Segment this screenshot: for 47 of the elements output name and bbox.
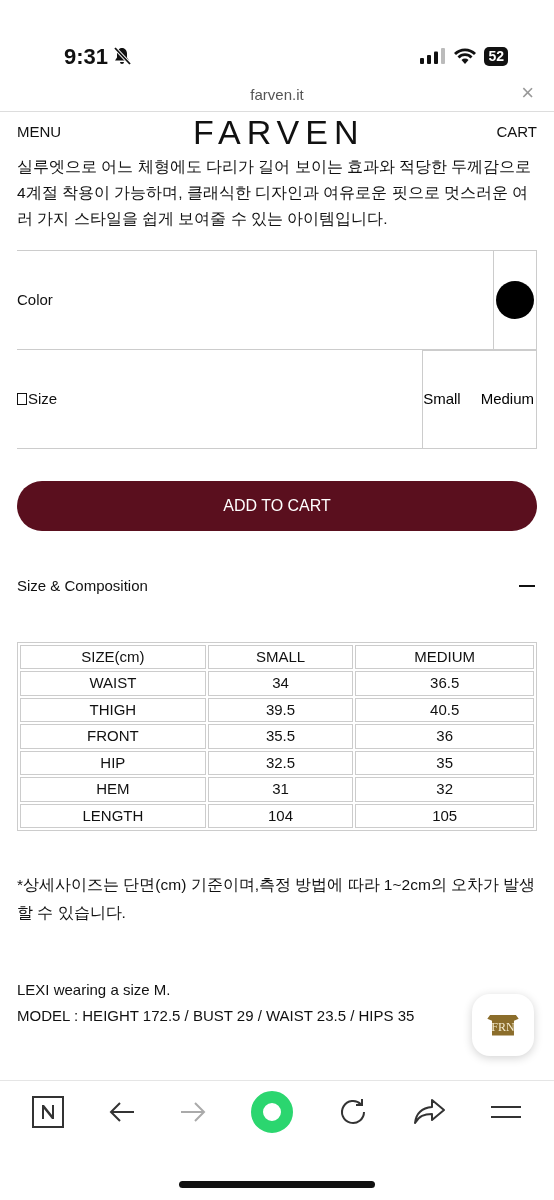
- table-cell: 35: [355, 750, 534, 775]
- color-swatch[interactable]: [496, 281, 534, 319]
- collapse-icon[interactable]: [519, 585, 535, 588]
- table-cell: 34: [207, 671, 354, 696]
- status-time: 9:31: [64, 42, 109, 71]
- product-description: 실루엣으로 어느 체형에도 다리가 길어 보이는 효과와 적당한 두께감으로 4계절 착용이 가능하며, 클래식한 디자인과 여유로운 핏으로 멋스러운 여러 가지 스타일을 쉽게 보여줄 수 있는 아이템입니다.: [17, 157, 533, 229]
- table-cell: THIGH: [20, 697, 206, 722]
- size-option[interactable]: Small: [423, 351, 463, 448]
- table-cell: 40.5: [355, 697, 534, 722]
- section-title[interactable]: Size & Composition: [17, 575, 148, 598]
- table-cell: 36.5: [355, 671, 534, 696]
- table-cell: 32: [355, 777, 534, 802]
- signal-icon: [420, 48, 447, 64]
- table-cell: 32.5: [207, 750, 354, 775]
- option-label: Size: [28, 388, 58, 409]
- option-label: Color: [17, 289, 53, 310]
- table-cell: FRONT: [20, 724, 206, 749]
- size-note: *상세사이즈는 단면(cm) 기준이며,측정 방법에 따라 1~2cm의 오차가 발생할 수 있습니다.: [17, 875, 537, 923]
- brand-logo[interactable]: FARVEN: [193, 115, 365, 149]
- table-cell: 39.5: [207, 697, 354, 722]
- model-info: MODEL : HEIGHT 172.5 / BUST 29 / WAIST 23.5 / HIPS 35: [17, 1006, 415, 1026]
- square-icon: [17, 393, 27, 405]
- share-icon[interactable]: [412, 1096, 447, 1127]
- add-to-cart-button[interactable]: ADD TO CART: [17, 481, 537, 531]
- muted-bell-icon: [112, 46, 133, 66]
- chat-button[interactable]: FRN: [472, 994, 534, 1056]
- table-cell: LENGTH: [20, 803, 206, 828]
- table-cell: WAIST: [20, 671, 206, 696]
- model-info: LEXI wearing a size M.: [17, 980, 171, 1000]
- size-option[interactable]: Medium: [480, 351, 536, 448]
- table-cell: HEM: [20, 777, 206, 802]
- back-icon[interactable]: [107, 1099, 136, 1124]
- column-header: MEDIUM: [355, 644, 534, 669]
- naver-icon[interactable]: [31, 1095, 64, 1128]
- wifi-icon: [454, 48, 477, 64]
- url-text[interactable]: farven.it: [250, 86, 304, 103]
- table-cell: HIP: [20, 750, 206, 775]
- table-cell: 35.5: [207, 724, 354, 749]
- table-cell: 36: [355, 724, 534, 749]
- column-header: SIZE(cm): [20, 644, 206, 669]
- table-cell: 31: [207, 777, 354, 802]
- table-cell: 105: [355, 803, 534, 828]
- battery-icon: 52: [484, 46, 508, 66]
- column-header: SMALL: [207, 644, 354, 669]
- table-cell: 104: [207, 803, 354, 828]
- cart-link[interactable]: CART: [496, 120, 537, 144]
- menu-link[interactable]: MENU: [17, 120, 62, 144]
